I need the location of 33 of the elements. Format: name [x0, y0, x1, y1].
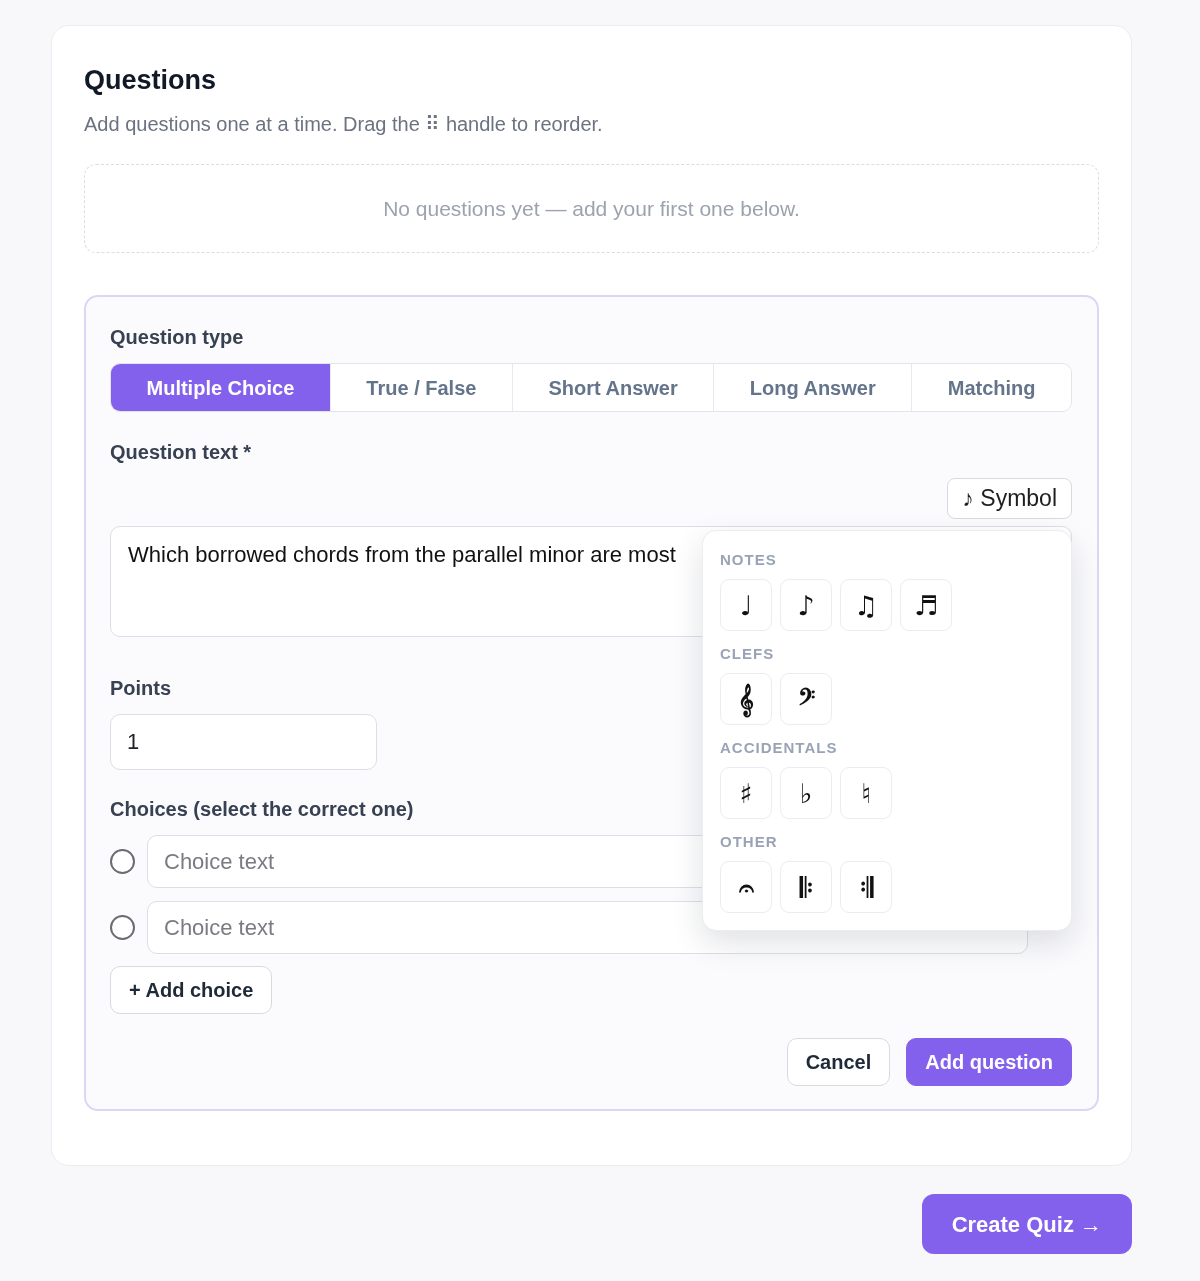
- symbol-option[interactable]: ♬: [900, 579, 952, 631]
- section-description: Add questions one at a time. Drag the ⠿ handle to reorder.: [84, 112, 603, 137]
- add-choice-button[interactable]: + Add choice: [110, 966, 273, 1014]
- symbol-option[interactable]: ♯: [720, 767, 772, 819]
- symbol-option[interactable]: 𝄆: [780, 861, 832, 913]
- symbol-group-label: OTHER: [720, 833, 778, 851]
- symbol-button[interactable]: ♪ Symbol: [947, 478, 1072, 519]
- radio-button[interactable]: [110, 849, 135, 874]
- field-label: Question text *: [110, 440, 252, 464]
- field-label: Question type: [110, 325, 244, 349]
- question-type-tab[interactable]: Matching: [911, 364, 1071, 411]
- symbol-option[interactable]: 𝄇: [840, 861, 892, 913]
- symbol-option[interactable]: 𝄐: [720, 861, 772, 913]
- question-type-tab[interactable]: Multiple Choice: [111, 364, 330, 411]
- field-label: Points: [110, 676, 172, 700]
- empty-state-message: No questions yet — add your first one below.: [84, 164, 1099, 253]
- symbol-group-label: NOTES: [720, 551, 777, 569]
- symbol-option[interactable]: 𝄢: [780, 673, 832, 725]
- create-quiz-button[interactable]: Create Quiz →: [921, 1194, 1132, 1254]
- points-field[interactable]: 1: [110, 714, 377, 770]
- symbol-option[interactable]: ♮: [840, 767, 892, 819]
- radio-button[interactable]: [110, 915, 135, 940]
- field-label: Choices (select the correct one): [110, 797, 414, 821]
- symbol-option[interactable]: ♫: [840, 579, 892, 631]
- symbol-option[interactable]: ♭: [780, 767, 832, 819]
- symbol-option[interactable]: ♩: [720, 579, 772, 631]
- symbol-option[interactable]: ♪: [780, 579, 832, 631]
- add-question-button[interactable]: Add question: [906, 1038, 1072, 1086]
- symbol-group-label: ACCIDENTALS: [720, 739, 838, 757]
- section-title: Questions: [84, 64, 217, 96]
- symbol-option[interactable]: 𝄞: [720, 673, 772, 725]
- symbol-group-label: CLEFS: [720, 645, 775, 663]
- cancel-button[interactable]: Cancel: [786, 1038, 891, 1086]
